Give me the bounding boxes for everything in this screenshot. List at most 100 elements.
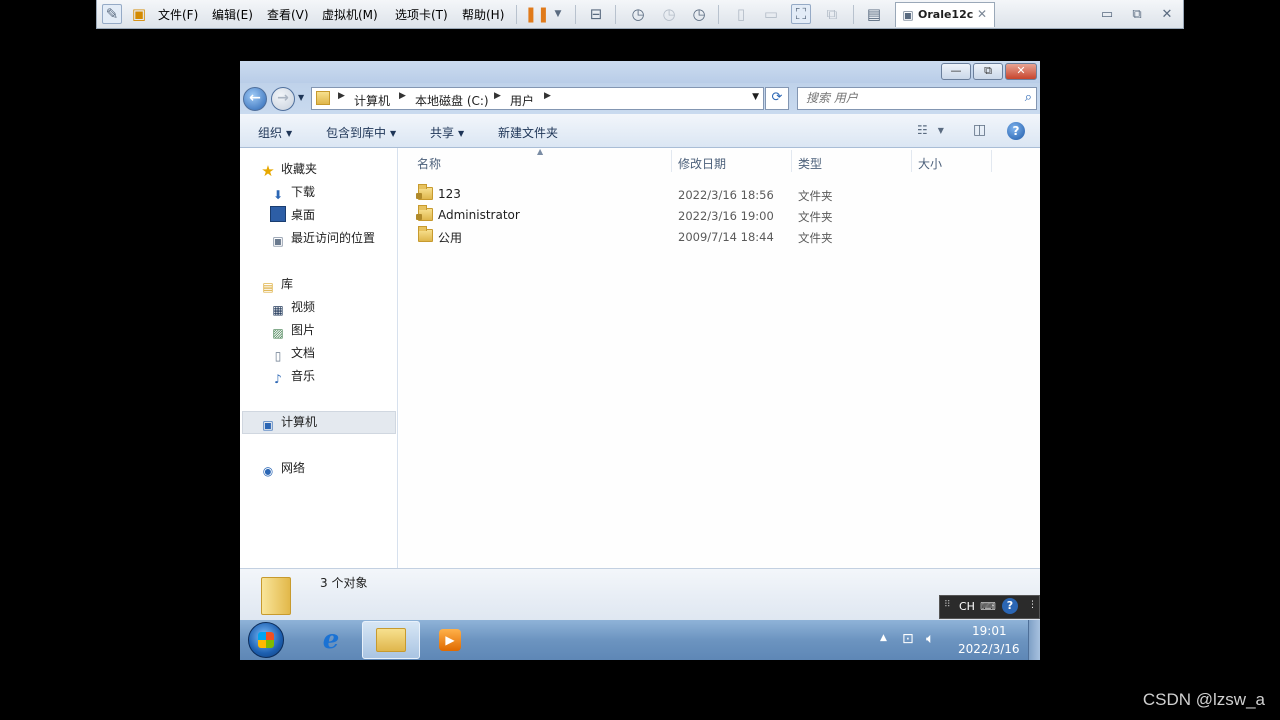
forward-button[interactable]: → [271,87,295,111]
vm-logo-icon[interactable]: ▣ [129,4,149,24]
title-bar[interactable]: — ⧉ ✕ [240,61,1040,83]
breadcrumb-arrow-icon[interactable]: ▶ [494,91,501,101]
keyboard-icon[interactable]: ⌨ [980,600,996,613]
nav-libraries-label: 库 [281,277,294,291]
preview-pane-icon[interactable]: ◫ [973,122,986,138]
volume-icon[interactable]: 🔈︎ [926,631,934,647]
nav-downloads[interactable]: ⬇ 下载 [270,182,315,202]
computer-icon: ▣ [262,418,274,432]
column-type[interactable]: 类型 [798,155,822,172]
taskbar-media-player[interactable]: ▶ [430,621,470,659]
maximize-button[interactable]: ⧉ [973,63,1003,80]
nav-videos[interactable]: ▦ 视频 [270,297,315,317]
documents-icon: ▯ [274,349,282,363]
file-type: 文件夹 [798,189,833,203]
options-icon[interactable]: ⋮ [1028,600,1037,610]
fullscreen-icon[interactable]: ⛶ [791,4,811,24]
vm-tab[interactable]: ▣ Orale12c ✕ [895,2,995,27]
clock-time[interactable]: 19:01 [972,624,1007,638]
recent-places-icon: ▣ [272,234,284,248]
breadcrumb-arrow-icon[interactable]: ▶ [399,91,406,101]
menu-help[interactable]: 帮助(H) [462,6,504,23]
libraries-icon: ▤ [262,280,274,294]
breadcrumb-arrow-icon[interactable]: ▶ [544,91,551,101]
internet-explorer-icon: e [322,625,340,655]
include-library-label: 包含到库中 [326,126,387,140]
minimize-button[interactable]: — [941,63,971,80]
details-pane: 3 个对象 [240,568,1040,620]
send-keys-icon[interactable]: ⊟ [586,4,606,24]
taskbar-explorer[interactable] [362,621,420,659]
new-folder-button[interactable]: 新建文件夹 [498,124,558,141]
nav-computer-label: 计算机 [281,415,318,429]
taskbar-ie[interactable]: e [310,621,352,659]
file-list: ▲ 名称 修改日期 类型 大小 123 2022/3/16 18:56 文件夹 … [399,147,1040,568]
host-minimize-icon[interactable]: ▭ [1097,4,1117,24]
pause-icon[interactable]: ❚❚ [524,4,549,24]
grip-icon[interactable]: ⠿ [944,600,951,610]
organize-button[interactable]: 组织 ▼ [258,124,292,141]
nav-pictures[interactable]: ▨ 图片 [270,320,315,340]
breadcrumb-computer[interactable]: 计算机 [354,92,390,109]
pause-dropdown-icon[interactable]: ▼ [548,4,568,24]
column-size[interactable]: 大小 [918,155,942,172]
show-hidden-icons[interactable]: ▲ [880,633,887,643]
breadcrumb-arrow-icon[interactable]: ▶ [338,91,345,101]
help-icon[interactable]: ? [1002,598,1018,614]
clock-date[interactable]: 2022/3/16 [958,642,1020,656]
breadcrumb-users[interactable]: 用户 [510,92,534,109]
column-modified[interactable]: 修改日期 [678,155,726,172]
nav-documents[interactable]: ▯ 文档 [270,343,315,363]
thumbnail-icon[interactable]: ▭ [761,4,781,24]
snapshot-manager-icon[interactable]: ◷ [689,4,709,24]
refresh-icon[interactable]: ⟳ [765,87,789,110]
nav-desktop[interactable]: 桌面 [270,205,315,225]
sidebar-icon[interactable]: ▯ [731,4,751,24]
file-row[interactable]: 公用 2009/7/14 18:44 文件夹 [399,226,1040,247]
nav-libraries[interactable]: ▤ 库 [260,274,293,294]
music-icon: ♪ [274,372,282,386]
address-bar[interactable]: ▶ 计算机 ▶ 本地磁盘 (C:) ▶ 用户 ▶ ▼ [311,87,764,110]
nav-favorites[interactable]: ★ 收藏夹 [260,159,317,179]
search-icon[interactable]: ⌕ [1025,90,1032,105]
file-row[interactable]: Administrator 2022/3/16 19:00 文件夹 [399,205,1040,226]
host-close-icon[interactable]: ✕ [1157,4,1177,24]
vm-tab-title: Orale12c [918,8,974,21]
menu-tabs[interactable]: 选项卡(T) [395,6,448,23]
tab-close-icon[interactable]: ✕ [972,4,992,24]
menu-vm[interactable]: 虚拟机(M) [322,6,378,23]
host-restore-icon[interactable]: ⧉ [1127,4,1147,24]
pin-icon[interactable]: ✎ [102,4,122,24]
language-bar: ⠿ CH ⌨ ? ⋮ [939,595,1040,619]
nav-favorites-label: 收藏夹 [281,162,318,176]
navigation-pane: ★ 收藏夹 ⬇ 下载 桌面 ▣ 最近访问的位置 ▤ 库 ▦ 视频 ▨ 图片 ▯ 文档 ♪ 音乐 … [240,148,398,568]
unity-icon[interactable]: ⧉ [822,4,842,24]
snapshot-icon[interactable]: ◷ [628,4,648,24]
language-indicator[interactable]: CH [959,600,975,613]
column-name[interactable]: 名称 [417,155,441,172]
include-library-button[interactable]: 包含到库中 ▼ [326,124,396,141]
address-dropdown-icon[interactable]: ▼ [752,92,759,102]
nav-computer[interactable]: ▣ 计算机 [260,412,317,432]
nav-music[interactable]: ♪ 音乐 [270,366,315,386]
network-status-icon[interactable]: ⊡ [902,631,914,647]
menu-file[interactable]: 文件(F) [158,6,198,23]
breadcrumb-local-disk[interactable]: 本地磁盘 (C:) [415,92,489,109]
menu-edit[interactable]: 编辑(E) [212,6,253,23]
menu-view[interactable]: 查看(V) [267,6,309,23]
back-button[interactable]: ← [243,87,267,111]
share-button[interactable]: 共享 ▼ [430,124,464,141]
show-desktop-button[interactable] [1028,620,1040,660]
nav-network[interactable]: ◉ 网络 [260,458,305,478]
close-button[interactable]: ✕ [1005,63,1037,80]
console-view-icon[interactable]: ▤ [864,4,884,24]
history-dropdown-icon[interactable]: ▼ [298,93,304,102]
nav-recent[interactable]: ▣ 最近访问的位置 [270,228,375,248]
search-input[interactable] [806,91,1006,105]
start-button[interactable] [248,622,284,658]
search-box[interactable]: ⌕ [797,87,1037,110]
file-row[interactable]: 123 2022/3/16 18:56 文件夹 [399,184,1040,205]
help-icon[interactable]: ? [1007,122,1025,140]
view-options-icon[interactable]: ☷ ▼ [917,123,944,137]
organize-label: 组织 [258,126,283,140]
